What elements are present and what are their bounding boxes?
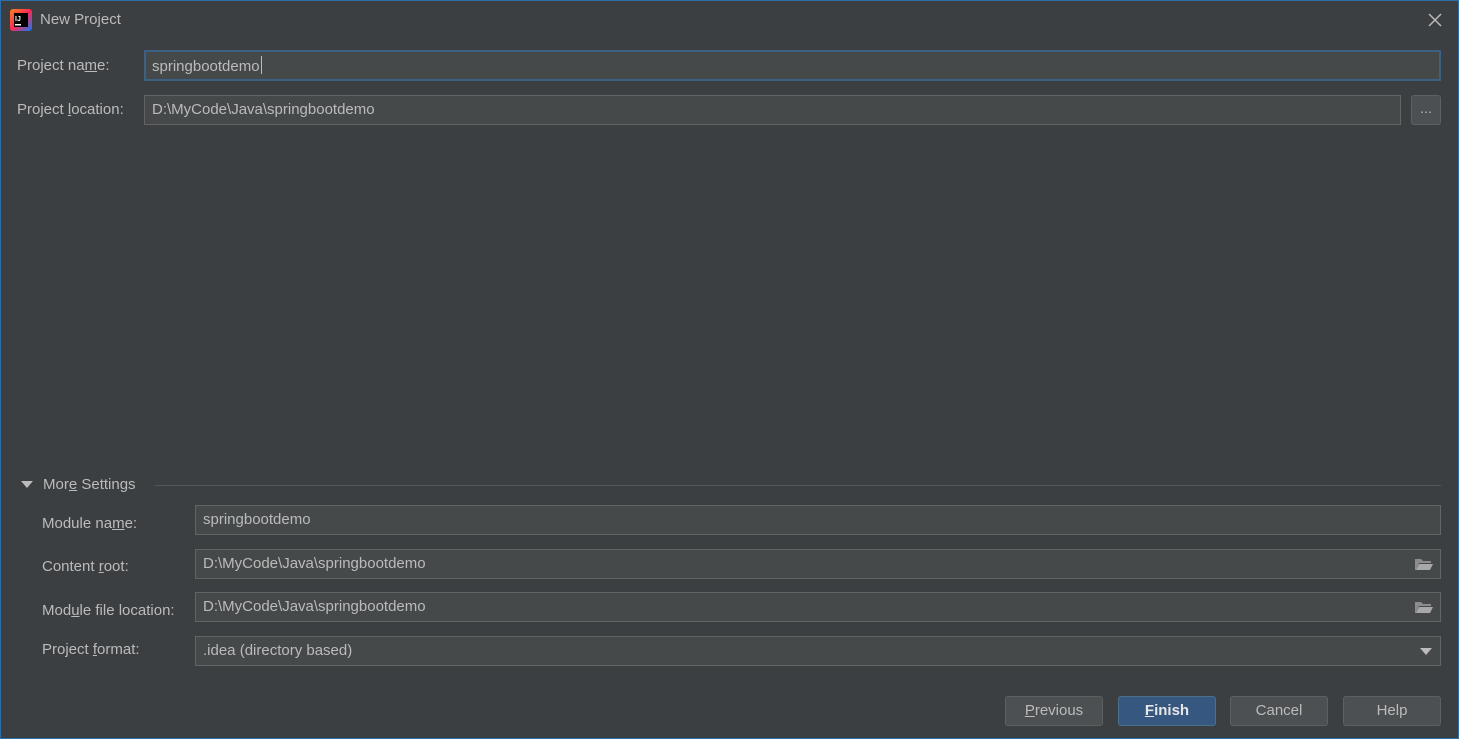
browse-location-button[interactable]: ... [1411,95,1441,125]
project-name-label: Project name: [17,57,110,74]
close-icon[interactable] [1426,11,1444,29]
triangle-down-icon [21,481,33,488]
project-location-label: Project location: [17,101,124,118]
intellij-idea-icon: IJ [10,9,32,31]
project-name-input[interactable]: springbootdemo [144,50,1441,81]
content-root-input[interactable]: D:\MyCode\Java\springbootdemo [195,549,1441,579]
cancel-button[interactable]: Cancel [1230,696,1328,726]
module-file-location-input[interactable]: D:\MyCode\Java\springbootdemo [195,592,1441,622]
finish-button[interactable]: Finish [1118,696,1216,726]
project-location-input[interactable]: D:\MyCode\Java\springbootdemo [144,95,1401,125]
more-settings-label: More Settings [43,476,136,493]
section-divider [155,485,1441,486]
folder-open-icon[interactable] [1414,599,1434,615]
module-name-label: Module name: [42,515,138,532]
help-button[interactable]: Help [1343,696,1441,726]
folder-open-icon[interactable] [1414,556,1434,572]
content-root-label: Content root: [42,558,129,575]
chevron-down-icon [1420,648,1432,655]
project-format-label: Project format: [42,641,140,658]
title-bar: IJ New Project [1,1,1458,39]
project-format-select[interactable]: .idea (directory based) [195,636,1441,666]
module-file-location-label: Module file location: [42,602,175,619]
new-project-dialog: IJ New Project Project name: springbootd… [0,0,1459,739]
svg-text:IJ: IJ [15,16,21,23]
previous-button[interactable]: Previous [1005,696,1103,726]
text-caret [260,56,262,74]
dialog-title: New Project [40,11,121,28]
module-name-input[interactable]: springbootdemo [195,505,1441,535]
